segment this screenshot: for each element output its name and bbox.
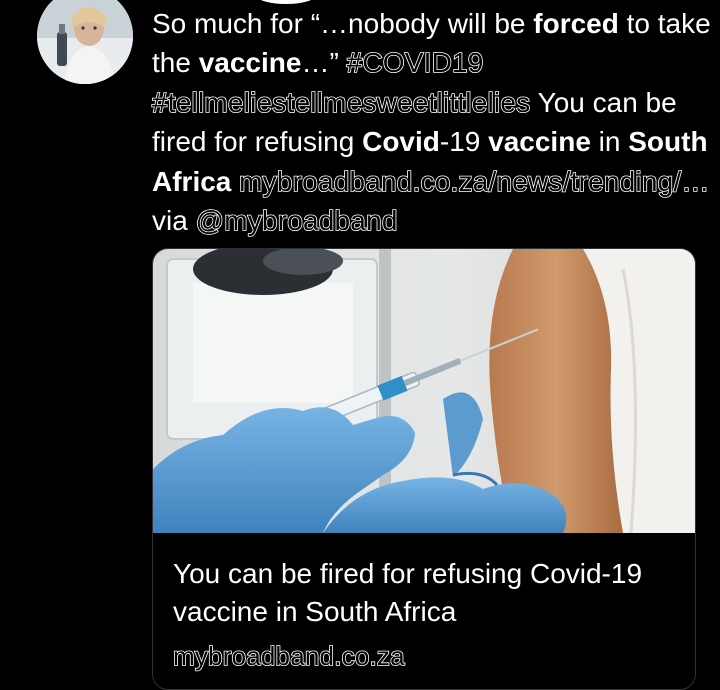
card-image (153, 249, 695, 533)
mention-mybroadband-link[interactable]: @mybroadband (195, 204, 398, 237)
text-segment: …” (301, 47, 347, 79)
avatar-image (37, 0, 133, 84)
bold-text-segment: vaccine (198, 47, 302, 79)
card-title[interactable]: You can be fired for refusing Covid-19 v… (173, 555, 683, 631)
article-url-link[interactable]: mybroadband.co.za/news/trending/… (238, 165, 710, 198)
bold-text-segment: Covid (362, 126, 440, 158)
link-preview-card[interactable]: You can be fired for refusing Covid-19 v… (152, 248, 696, 690)
avatar[interactable] (37, 0, 133, 84)
text-segment: via (152, 205, 196, 237)
text-segment: in (590, 126, 629, 158)
tweet-text: So much for “…nobody will be forced to t… (151, 4, 712, 240)
bold-text-segment: forced (533, 8, 619, 39)
hashtag-tellmelies-link[interactable]: #tellmeliestellmesweetlittlelies (151, 86, 531, 119)
bold-text-segment: vaccine (488, 126, 591, 158)
card-domain[interactable]: mybroadband.co.za (172, 640, 405, 672)
text-segment: So much for “…nobody will be (152, 8, 534, 39)
text-segment (231, 166, 239, 197)
text-segment: -19 (439, 126, 489, 158)
hashtag-covid19-link[interactable]: #COVID19 (346, 47, 484, 80)
